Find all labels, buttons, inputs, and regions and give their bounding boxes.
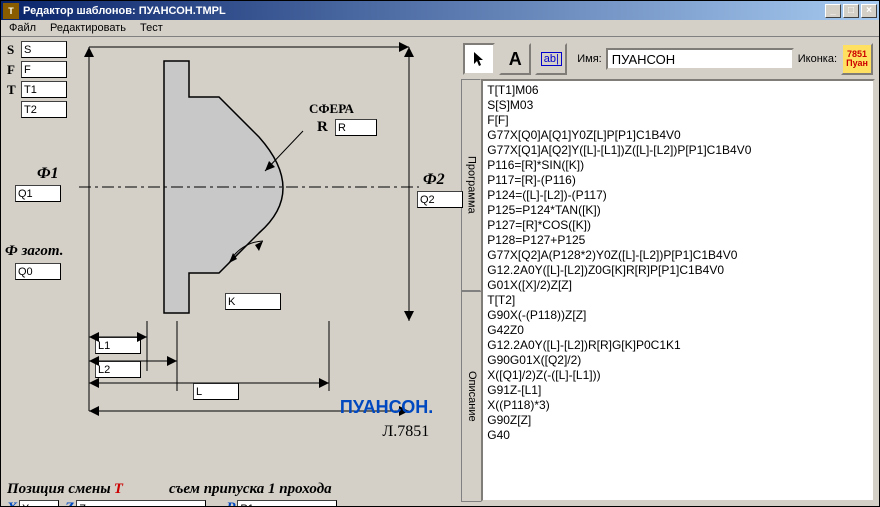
toolbar: A ab| Имя: Иконка: 7851Пуан xyxy=(461,41,875,77)
input-f[interactable] xyxy=(21,61,67,78)
field-tool[interactable]: ab| xyxy=(535,43,567,75)
tab-description[interactable]: Описание xyxy=(461,291,481,503)
label-f: F xyxy=(7,62,21,78)
input-phi-zag[interactable] xyxy=(15,263,61,280)
minimize-button[interactable]: _ xyxy=(825,4,841,18)
label-phi1: Ф1 xyxy=(37,165,59,183)
input-name[interactable] xyxy=(606,48,794,70)
drawing-pane: S F T Ф1 Ф2 Ф загот. СФЕРА R xyxy=(1,37,457,506)
close-button[interactable]: × xyxy=(861,4,877,18)
label-feed: съем припуска 1 прохода xyxy=(169,481,332,497)
input-s[interactable] xyxy=(21,41,67,58)
menu-edit[interactable]: Редактировать xyxy=(50,22,126,34)
menubar: Файл Редактировать Тест xyxy=(1,20,879,37)
part-number: Л.7851 xyxy=(382,423,429,441)
input-x[interactable] xyxy=(19,500,59,506)
label-s: S xyxy=(7,42,21,58)
input-t1[interactable] xyxy=(21,81,67,98)
label-z: Z xyxy=(65,500,74,506)
label-position: Позиция смены xyxy=(7,481,111,497)
part-name: ПУАНСОН. xyxy=(340,397,433,418)
input-z[interactable] xyxy=(76,500,206,506)
label-t: T xyxy=(7,82,21,98)
tab-program[interactable]: Программа xyxy=(461,79,481,291)
maximize-button[interactable]: □ xyxy=(843,4,859,18)
label-p: P xyxy=(226,500,235,506)
input-phi1[interactable] xyxy=(15,185,61,202)
label-phi-zag: Ф загот. xyxy=(5,243,64,260)
titlebar: T Редактор шаблонов: ПУАНСОН.TMPL _ □ × xyxy=(1,1,879,20)
code-pane: A ab| Имя: Иконка: 7851Пуан Программа Оп… xyxy=(457,37,879,506)
icon-button[interactable]: 7851Пуан xyxy=(841,43,873,75)
label-icon: Иконка: xyxy=(798,53,837,65)
program-textarea[interactable]: T[T1]M06 S[S]M03 F[F] G77X[Q0]A[Q1]Y0Z[L… xyxy=(481,79,875,502)
label-x: X xyxy=(7,500,17,506)
text-tool[interactable]: A xyxy=(499,43,531,75)
menu-file[interactable]: Файл xyxy=(9,22,36,34)
pointer-tool[interactable] xyxy=(463,43,495,75)
label-position-letter: T xyxy=(114,481,123,497)
menu-test[interactable]: Тест xyxy=(140,22,163,34)
app-icon: T xyxy=(3,3,19,19)
label-name: Имя: xyxy=(577,53,601,65)
window-title: Редактор шаблонов: ПУАНСОН.TMPL xyxy=(23,5,825,17)
input-t2[interactable] xyxy=(21,101,67,118)
input-p[interactable] xyxy=(237,500,337,506)
